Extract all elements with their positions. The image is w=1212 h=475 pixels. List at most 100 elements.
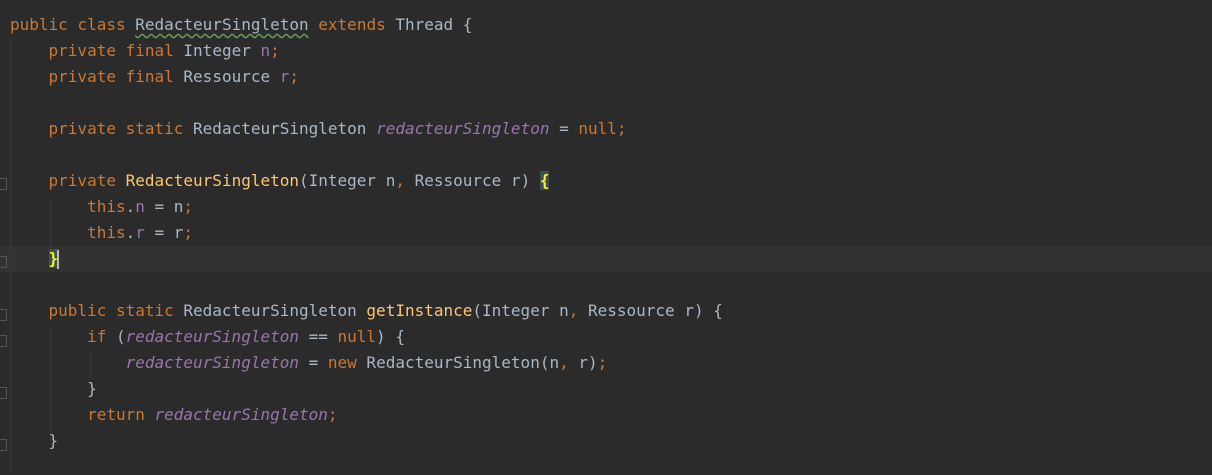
fold-marker-icon[interactable] <box>0 178 7 190</box>
code-token: this <box>87 197 126 216</box>
code-token: = <box>549 119 579 138</box>
code-token: Integer <box>173 41 261 60</box>
code-token: Thread { <box>385 15 473 34</box>
code-line[interactable]: private final Ressource r; <box>0 64 1212 90</box>
code-token: Ressource <box>173 67 280 86</box>
code-token: getInstance <box>366 301 473 320</box>
code-token: redacteurSingleton <box>125 353 299 372</box>
fold-marker-icon[interactable] <box>0 439 7 451</box>
code-line-text: redacteurSingleton = new RedacteurSingle… <box>10 350 608 376</box>
code-line[interactable]: if (redacteurSingleton == null) { <box>0 324 1212 350</box>
fold-marker-icon[interactable] <box>0 256 7 268</box>
code-token: . <box>125 197 136 216</box>
code-line-text: public class RedacteurSingleton extends … <box>10 12 472 38</box>
code-line[interactable] <box>0 454 1212 475</box>
indent-guide <box>50 196 51 248</box>
code-token: ; <box>289 67 300 86</box>
indent-guide <box>50 327 51 431</box>
code-token: ; <box>327 405 338 424</box>
code-line[interactable]: redacteurSingleton = new RedacteurSingle… <box>0 350 1212 376</box>
code-line[interactable]: private static RedacteurSingleton redact… <box>0 116 1212 142</box>
code-token: , <box>568 301 579 320</box>
code-token: null <box>337 327 377 346</box>
code-token: (Integer n <box>299 171 396 190</box>
code-token: n <box>135 197 145 216</box>
code-line-text: } <box>10 376 97 402</box>
fold-marker-icon[interactable] <box>0 387 7 399</box>
code-token: } <box>10 379 97 398</box>
fold-marker-icon[interactable] <box>0 309 7 321</box>
indent-guide <box>10 39 11 473</box>
code-token: r <box>135 223 145 242</box>
code-token: = <box>298 353 328 372</box>
code-line[interactable] <box>0 90 1212 116</box>
code-token: redacteurSingleton <box>376 119 550 138</box>
code-line[interactable]: } <box>0 428 1212 454</box>
code-token: ; <box>597 353 608 372</box>
code-token: ( <box>106 327 126 346</box>
fold-marker-icon[interactable] <box>0 335 7 347</box>
code-line[interactable]: this.n = n; <box>0 194 1212 220</box>
code-token: extends <box>318 15 386 34</box>
code-line[interactable]: public class RedacteurSingleton extends … <box>0 12 1212 38</box>
code-line[interactable]: private final Integer n; <box>0 38 1212 64</box>
code-token: ; <box>183 197 194 216</box>
code-line[interactable]: } <box>0 246 1212 272</box>
code-token: ) { <box>376 327 405 346</box>
code-token: private <box>48 67 116 86</box>
code-token: this <box>87 223 126 242</box>
code-line-text: } <box>10 428 59 454</box>
code-line[interactable]: public static RedacteurSingleton getInst… <box>0 298 1212 324</box>
code-token: RedacteurSingleton <box>173 301 367 320</box>
code-token: final <box>125 41 174 60</box>
code-token: redacteurSingleton <box>125 327 299 346</box>
code-token: , <box>559 353 569 372</box>
code-line[interactable] <box>0 272 1212 298</box>
code-token: private <box>48 41 116 60</box>
code-token: Ressource r) <box>404 171 540 190</box>
code-token: redacteurSingleton <box>154 405 328 424</box>
code-line[interactable]: private RedacteurSingleton(Integer n, Re… <box>0 168 1212 194</box>
code-token: r) <box>568 353 598 372</box>
code-token: class <box>77 15 126 34</box>
code-line[interactable]: } <box>0 376 1212 402</box>
code-token: RedacteurSingleton(n <box>356 353 560 372</box>
code-token: , <box>395 171 405 190</box>
code-token: . <box>125 223 136 242</box>
code-token: = n <box>144 197 184 216</box>
code-line-text: private static RedacteurSingleton redact… <box>10 116 627 142</box>
code-token: return <box>87 405 145 424</box>
code-line[interactable]: return redacteurSingleton; <box>0 402 1212 428</box>
code-editor[interactable]: } return redacteurSingleton; } redacteur… <box>0 0 1212 475</box>
code-line-text: this.r = r; <box>10 220 193 246</box>
code-token: final <box>125 67 174 86</box>
code-line-text: private final Integer n; <box>10 38 280 64</box>
code-line[interactable] <box>0 142 1212 168</box>
code-token: r <box>279 67 290 86</box>
code-token: ; <box>616 119 627 138</box>
code-line[interactable]: this.r = r; <box>0 220 1212 246</box>
indent-guide <box>90 353 91 379</box>
code-line-text: } <box>10 246 60 272</box>
code-token: RedacteurSingleton <box>125 171 299 190</box>
text-caret <box>57 250 60 269</box>
code-token: new <box>327 353 357 372</box>
code-token: public <box>48 301 107 320</box>
code-token: ; <box>183 223 194 242</box>
code-line-text: public static RedacteurSingleton getInst… <box>10 298 723 324</box>
code-token: private <box>48 119 116 138</box>
